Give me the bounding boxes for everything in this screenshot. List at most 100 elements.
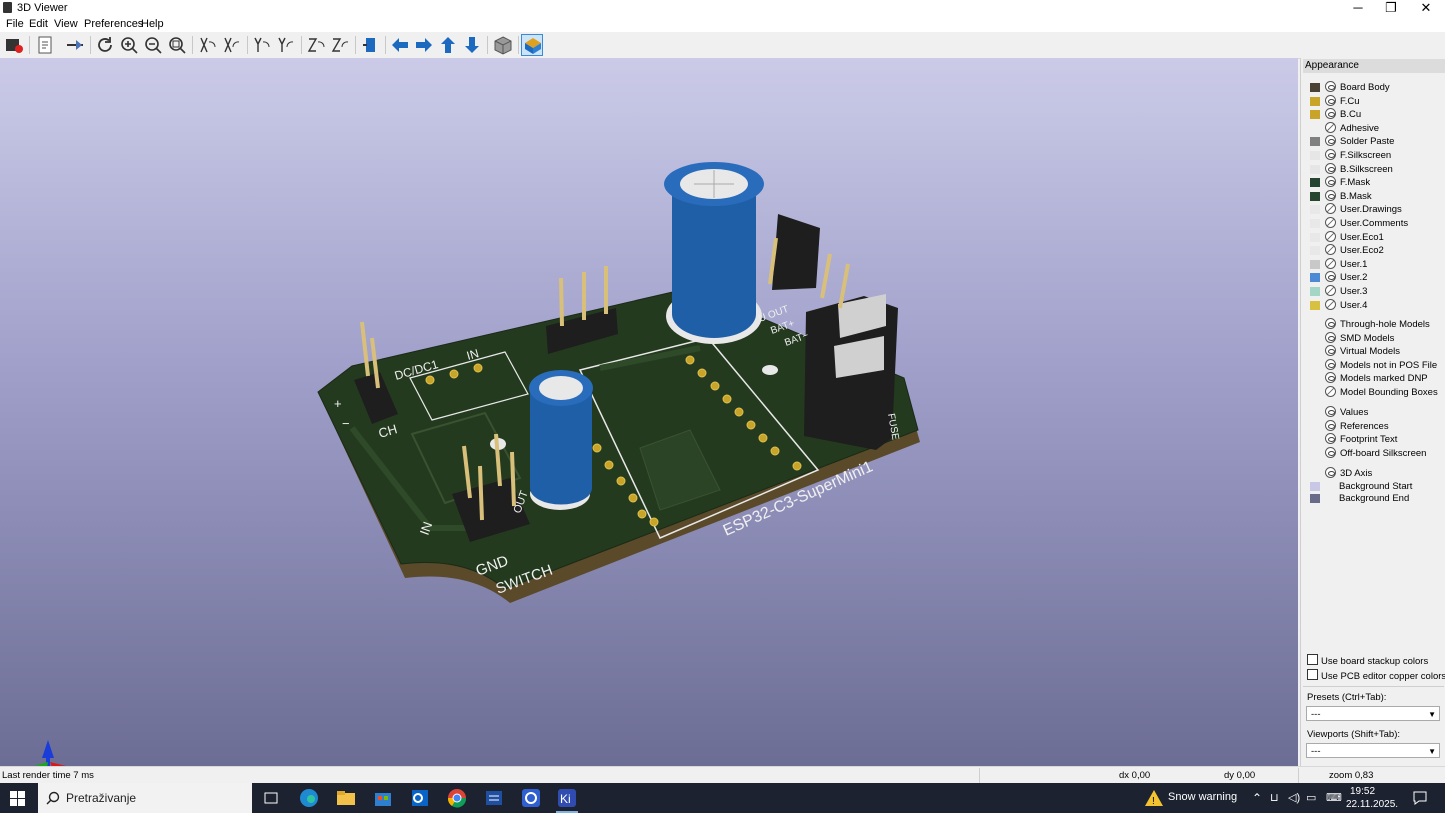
rotate-z-ccw-icon[interactable]	[329, 34, 351, 56]
dev-app-icon[interactable]	[483, 787, 505, 809]
color-swatch[interactable]	[1310, 123, 1320, 133]
eye-icon[interactable]	[1325, 419, 1336, 431]
menu-edit[interactable]: Edit	[29, 18, 48, 30]
rotate-x-ccw-icon[interactable]	[221, 34, 243, 56]
pan-down-icon[interactable]	[461, 34, 483, 56]
eye-icon[interactable]	[1325, 345, 1336, 357]
flip-board-icon[interactable]	[64, 34, 86, 56]
menu-help[interactable]: Help	[141, 18, 164, 30]
taskbar-search[interactable]: Pretraživanje	[38, 783, 252, 813]
eye-icon[interactable]	[1325, 318, 1336, 329]
outlook-icon[interactable]	[409, 787, 431, 809]
eye-hidden-icon[interactable]	[1325, 244, 1336, 256]
color-swatch[interactable]	[1310, 246, 1320, 256]
color-swatch[interactable]	[1310, 494, 1320, 503]
raytrace-icon[interactable]	[521, 34, 543, 56]
presets-select[interactable]: --- ▼	[1306, 706, 1440, 721]
pcb-tool-icon[interactable]	[520, 787, 542, 809]
eye-icon[interactable]	[1325, 189, 1336, 201]
network-icon[interactable]: ▭	[1306, 791, 1316, 804]
rotate-y-cw-icon[interactable]	[251, 34, 273, 56]
eye-hidden-icon[interactable]	[1325, 386, 1336, 397]
eye-icon[interactable]	[1325, 358, 1336, 370]
eye-icon[interactable]	[1325, 433, 1336, 445]
color-swatch[interactable]	[1310, 137, 1320, 147]
eye-hidden-icon[interactable]	[1325, 257, 1336, 269]
color-swatch[interactable]	[1310, 232, 1320, 242]
rotate-z-cw-icon[interactable]	[305, 34, 327, 56]
3d-viewport[interactable]: ESP32-C3-SuperMini1 DC/DC1 IN + − CH IN …	[0, 58, 1298, 766]
eye-hidden-icon[interactable]	[1325, 285, 1336, 296]
eye-icon[interactable]	[1325, 467, 1336, 478]
menu-view[interactable]: View	[54, 18, 78, 30]
edge-icon[interactable]	[298, 787, 320, 809]
minimize-button[interactable]: ─	[1341, 0, 1375, 17]
pan-up-icon[interactable]	[437, 34, 459, 56]
task-view-icon[interactable]	[260, 787, 282, 809]
eye-icon[interactable]	[1325, 372, 1336, 384]
clock-time[interactable]: 19:52	[1350, 786, 1375, 797]
notifications-icon[interactable]	[1412, 790, 1428, 806]
zoom-out-icon[interactable]	[142, 34, 164, 56]
eye-icon[interactable]	[1325, 446, 1336, 458]
eye-icon[interactable]	[1325, 135, 1336, 147]
eye-hidden-icon[interactable]	[1325, 217, 1336, 228]
color-swatch[interactable]	[1310, 164, 1320, 174]
export-image-icon[interactable]	[34, 34, 56, 56]
eye-icon[interactable]	[1325, 176, 1336, 188]
weather-label[interactable]: Snow warning	[1168, 791, 1237, 803]
eye-icon[interactable]	[1325, 331, 1336, 343]
rotate-x-cw-icon[interactable]	[197, 34, 219, 56]
menu-preferences[interactable]: Preferences	[84, 18, 143, 30]
color-swatch[interactable]	[1310, 482, 1320, 491]
color-swatch[interactable]	[1310, 83, 1320, 92]
eye-hidden-icon[interactable]	[1325, 230, 1336, 242]
speaker-icon[interactable]: ◁)	[1288, 791, 1300, 804]
flip-icon[interactable]	[359, 34, 381, 56]
color-swatch[interactable]	[1310, 273, 1320, 283]
color-swatch[interactable]	[1310, 300, 1320, 310]
kicad-icon[interactable]: Ki	[556, 787, 578, 813]
eye-hidden-icon[interactable]	[1325, 121, 1336, 133]
usb-icon[interactable]: ⊔	[1270, 791, 1279, 804]
chrome-icon[interactable]	[446, 787, 468, 809]
eye-icon[interactable]	[1325, 108, 1336, 120]
color-swatch[interactable]	[1310, 151, 1320, 160]
eye-icon[interactable]	[1325, 406, 1336, 417]
maximize-button[interactable]: ❐	[1374, 0, 1408, 17]
menu-file[interactable]: File	[6, 18, 24, 30]
windows-start-icon[interactable]	[10, 791, 25, 806]
store-icon[interactable]	[372, 787, 394, 809]
pan-left-icon[interactable]	[389, 34, 411, 56]
color-swatch[interactable]	[1310, 191, 1320, 201]
render-icon[interactable]	[3, 34, 25, 56]
color-swatch[interactable]	[1310, 96, 1320, 106]
use-stackup-checkbox[interactable]: Use board stackup colors	[1307, 654, 1428, 667]
color-swatch[interactable]	[1310, 178, 1320, 188]
color-swatch[interactable]	[1310, 259, 1320, 269]
eye-hidden-icon[interactable]	[1325, 298, 1336, 310]
color-swatch[interactable]	[1310, 205, 1320, 215]
color-swatch[interactable]	[1310, 287, 1320, 296]
zoom-fit-icon[interactable]	[166, 34, 188, 56]
use-pcb-copper-checkbox[interactable]: Use PCB editor copper colors	[1307, 669, 1445, 682]
eye-icon[interactable]	[1325, 149, 1336, 160]
file-explorer-icon[interactable]	[335, 787, 357, 809]
pan-right-icon[interactable]	[413, 34, 435, 56]
zoom-in-icon[interactable]	[118, 34, 140, 56]
eye-icon[interactable]	[1325, 271, 1336, 283]
reload-icon[interactable]	[94, 34, 116, 56]
weather-warning-icon[interactable]: !	[1144, 789, 1164, 807]
close-button[interactable]: ✕	[1409, 0, 1443, 17]
eye-hidden-icon[interactable]	[1325, 203, 1336, 215]
rotate-y-ccw-icon[interactable]	[275, 34, 297, 56]
eye-icon[interactable]	[1325, 81, 1336, 92]
eye-icon[interactable]	[1325, 94, 1336, 106]
clock-date[interactable]: 22.11.2025.	[1346, 799, 1398, 810]
viewports-select[interactable]: --- ▼	[1306, 743, 1440, 758]
ortho-icon[interactable]	[492, 34, 514, 56]
chevron-up-icon[interactable]: ⌃	[1252, 791, 1262, 805]
color-swatch[interactable]	[1310, 219, 1320, 228]
color-swatch[interactable]	[1310, 110, 1320, 120]
keyboard-icon[interactable]: ⌨	[1326, 791, 1342, 804]
